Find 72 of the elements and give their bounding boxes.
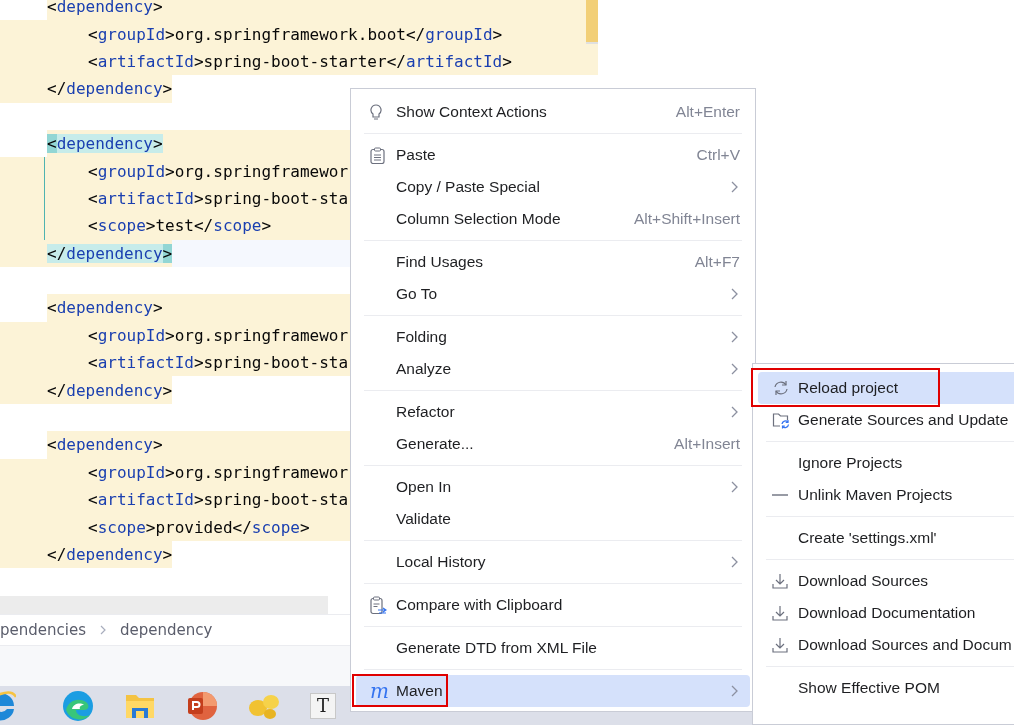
refresh-icon	[772, 380, 790, 396]
code-line: <dependency>	[47, 298, 163, 318]
code-line: </dependency>	[47, 380, 173, 400]
code-line: <scope>provided</scope>	[88, 517, 310, 537]
menu-item[interactable]: Refactor	[356, 396, 750, 428]
menu-item[interactable]: Local History	[356, 546, 750, 578]
code-line: <artifactId>spring-boot-sta	[88, 353, 349, 373]
download-icon	[772, 605, 788, 621]
menu-item[interactable]: Paste Ctrl+V	[356, 139, 750, 171]
menu-item[interactable]: Create 'settings.xml'	[758, 522, 1014, 554]
code-line: <groupId>org.springframewor	[88, 325, 349, 345]
shortcut-text: Ctrl+V	[696, 146, 740, 164]
menu-item[interactable]: Unlink Maven Projects	[758, 479, 1014, 511]
code-line: <dependency>	[47, 134, 163, 154]
chevron-icon	[731, 181, 738, 193]
shortcut-text: Alt+Insert	[674, 435, 740, 453]
maven-icon: m	[370, 681, 389, 701]
chevron-icon	[731, 685, 738, 697]
dash-icon	[772, 494, 788, 496]
chevron-icon	[731, 556, 738, 568]
menu-item[interactable]: Column Selection Mode Alt+Shift+Insert	[356, 203, 750, 235]
scroll-marker	[586, 0, 598, 44]
download-icon	[772, 573, 788, 589]
menu-item[interactable]: Generate... Alt+Insert	[356, 428, 750, 460]
menu-item[interactable]: Show Effective POM	[758, 672, 1014, 704]
lightbulb-icon	[370, 103, 382, 121]
code-line: <groupId>org.springframewor	[88, 161, 349, 181]
menu-item[interactable]: Generate DTD from XML File	[356, 632, 750, 664]
code-line: </dependency>	[47, 79, 173, 99]
presentation-app-icon[interactable]	[186, 689, 218, 722]
menu-item[interactable]: Analyze	[356, 353, 750, 385]
code-line: <artifactId>spring-boot-starter</artifactId>	[88, 51, 512, 71]
chevron-icon	[731, 331, 738, 343]
menu-item[interactable]: Ignore Projects	[758, 447, 1014, 479]
browser-icon[interactable]	[0, 690, 16, 721]
menu-item[interactable]: Compare with Clipboard	[356, 589, 750, 621]
menu-item[interactable]: Download Sources and Docum	[758, 629, 1014, 661]
code-line: <scope>test</scope>	[88, 216, 272, 236]
clipboard-compare-icon	[370, 595, 387, 615]
menu-item[interactable]: Find Usages Alt+F7	[356, 246, 750, 278]
chevron-icon	[100, 625, 106, 635]
text-app-icon[interactable]: T	[310, 692, 336, 719]
chevron-icon	[731, 481, 738, 493]
browser-icon[interactable]	[62, 689, 94, 722]
breadcrumb-item[interactable]: dependency	[120, 621, 213, 639]
clipboard-icon	[370, 146, 385, 164]
menu-item[interactable]: Open In	[356, 471, 750, 503]
code-line: <dependency>	[47, 0, 163, 17]
menu-item[interactable]: Validate	[356, 503, 750, 535]
breadcrumb-item[interactable]: pendencies	[0, 621, 86, 639]
chevron-icon	[731, 363, 738, 375]
shortcut-text: Alt+F7	[694, 253, 740, 271]
code-line: </dependency>	[47, 243, 173, 263]
code-line: <artifactId>spring-boot-sta	[88, 490, 349, 510]
code-line: <groupId>org.springframewor	[88, 462, 349, 482]
folder-refresh-icon	[772, 411, 790, 429]
code-line: <dependency>	[47, 435, 163, 455]
chevron-icon	[731, 288, 738, 300]
shortcut-text: Alt+Enter	[675, 103, 740, 121]
menu-item[interactable]: Generate Sources and Update	[758, 404, 1014, 436]
menu-item[interactable]: Folding	[356, 321, 750, 353]
chevron-icon	[731, 406, 738, 418]
menu-item[interactable]: Download Documentation	[758, 597, 1014, 629]
menu-item[interactable]: Copy / Paste Special	[356, 171, 750, 203]
menu-item[interactable]: Download Sources	[758, 565, 1014, 597]
code-line: </dependency>	[47, 545, 173, 564]
code-line: <groupId>org.springframework.boot</groupId>	[88, 24, 503, 44]
menu-item[interactable]: Go To	[356, 278, 750, 310]
download-icon	[772, 637, 788, 653]
code-line: <artifactId>spring-boot-sta	[88, 188, 349, 208]
shortcut-text: Alt+Shift+Insert	[634, 210, 740, 228]
menu-item[interactable]: Show Context Actions Alt+Enter	[356, 96, 750, 128]
